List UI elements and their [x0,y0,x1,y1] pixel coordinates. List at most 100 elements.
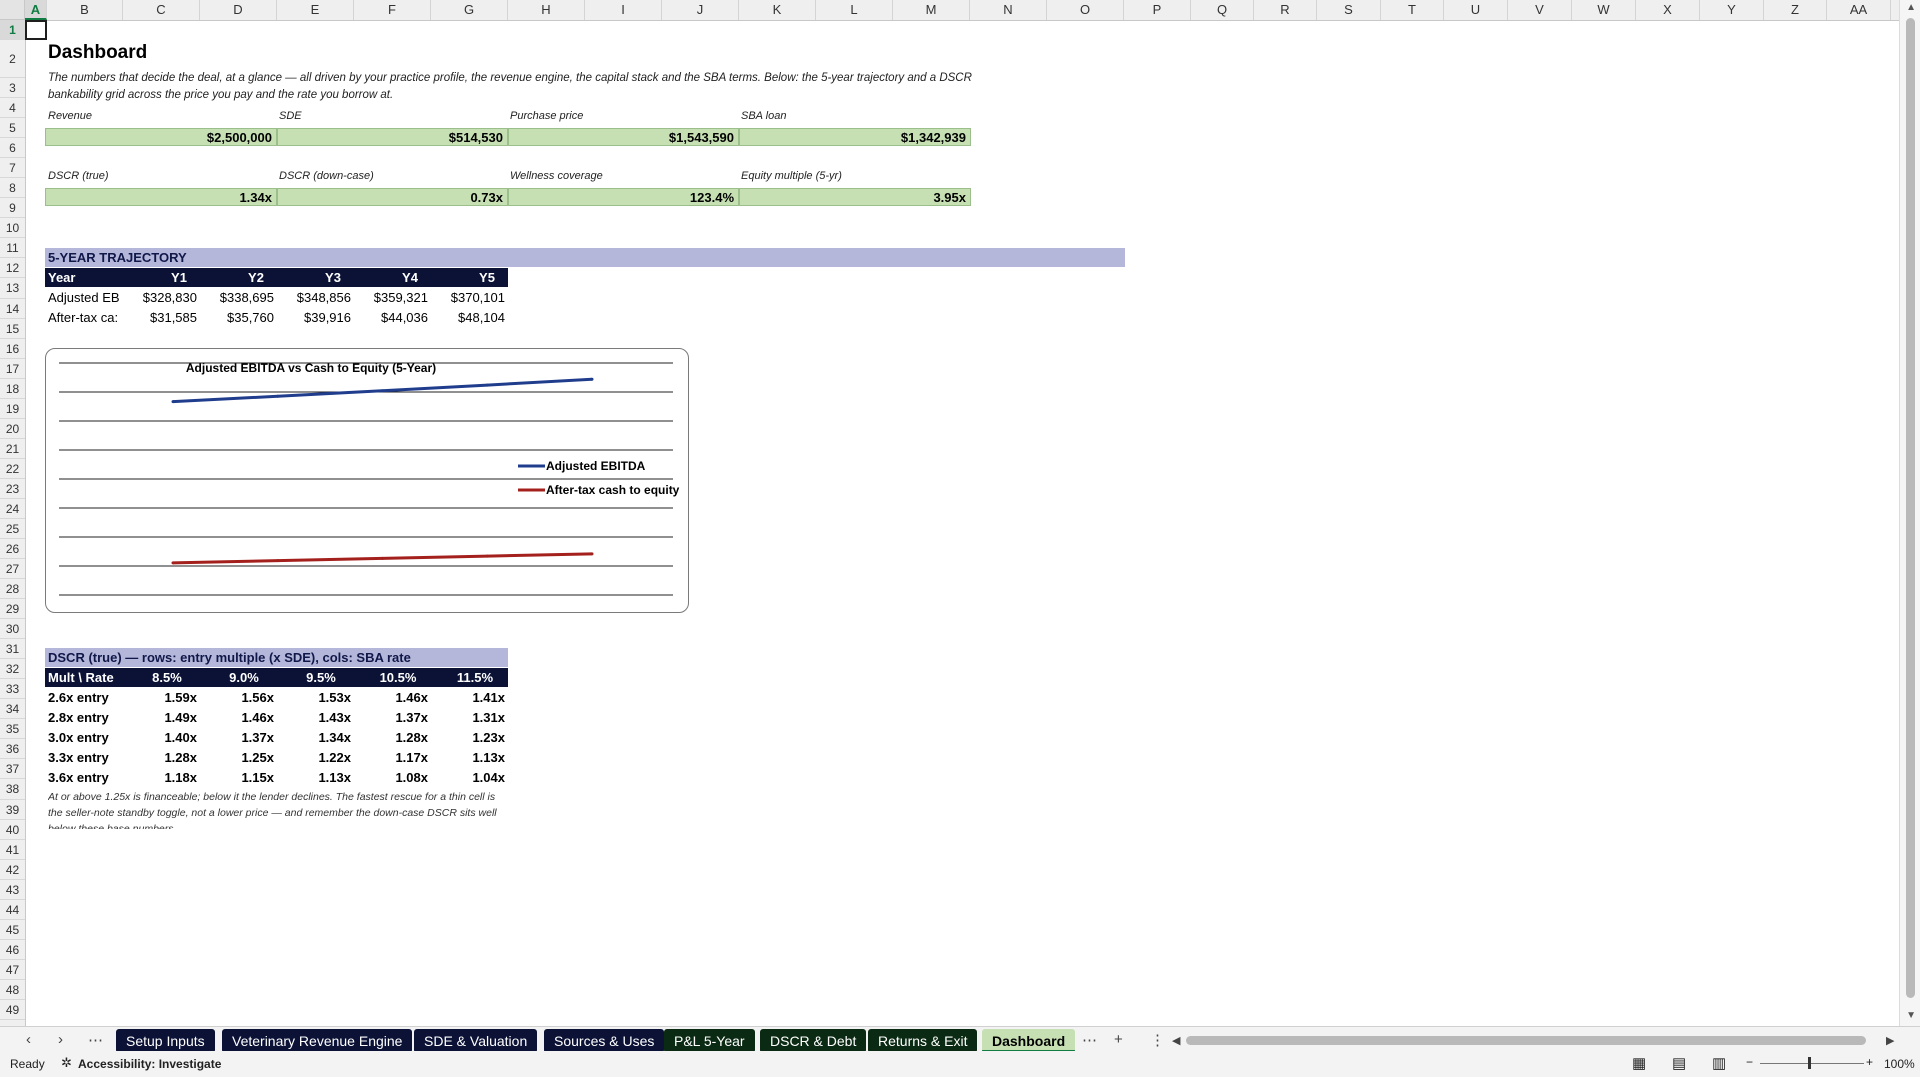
dscr-cell[interactable]: 1.37x [202,728,274,747]
dscr-cell[interactable]: 1.56x [202,688,274,707]
dscr-cell[interactable]: 1.46x [202,708,274,727]
trajectory-cell[interactable]: $348,856 [279,288,351,307]
more-sheets-icon[interactable]: ⋯ [88,1031,103,1049]
row-header-16[interactable]: 16 [0,339,25,359]
row-header-34[interactable]: 34 [0,699,25,720]
row-header-21[interactable]: 21 [0,439,25,459]
dscr-cell[interactable]: 1.41x [433,688,505,707]
chart-point[interactable] [381,389,384,393]
chart-point[interactable] [171,400,175,404]
dscr-cell[interactable]: 1.43x [279,708,351,727]
accessibility-icon[interactable]: ✲ [61,1055,72,1071]
column-header-k[interactable]: K [739,0,816,20]
dscr-row-label[interactable]: 2.6x entry [48,688,109,707]
normal-view-icon[interactable]: ▦ [1632,1054,1646,1072]
row-header-44[interactable]: 44 [0,900,25,920]
column-header-x[interactable]: X [1636,0,1700,20]
column-header-g[interactable]: G [431,0,508,20]
column-header-j[interactable]: J [662,0,739,20]
column-header-y[interactable]: Y [1700,0,1764,20]
trajectory-cell[interactable]: $370,101 [433,288,505,307]
trajectory-cell[interactable]: $44,036 [356,308,428,327]
kpi-value-sde[interactable]: $514,530 [277,128,508,146]
dscr-cell[interactable]: 1.18x [125,768,197,787]
scroll-up-icon[interactable]: ▲ [1906,2,1916,13]
chart-point[interactable] [381,556,384,560]
row-header-27[interactable]: 27 [0,559,25,580]
row-header-43[interactable]: 43 [0,880,25,900]
row-header-24[interactable]: 24 [0,499,25,519]
zoom-level[interactable]: 100% [1884,1057,1915,1071]
row-header-19[interactable]: 19 [0,399,25,419]
row-header-4[interactable]: 4 [0,98,25,119]
row-header-38[interactable]: 38 [0,779,25,800]
row-header-46[interactable]: 46 [0,940,25,960]
kpi-value-dscr-true[interactable]: 1.34x [45,188,277,206]
chart-point[interactable] [590,377,594,381]
row-header-9[interactable]: 9 [0,198,25,219]
column-header-t[interactable]: T [1381,0,1444,20]
kpi-value-wellness-coverage[interactable]: 123.4% [508,188,739,206]
chart-point[interactable] [590,552,594,556]
dscr-cell[interactable]: 1.13x [433,748,505,767]
column-header-l[interactable]: L [816,0,893,20]
column-header-e[interactable]: E [277,0,354,20]
row-header-49[interactable]: 49 [0,1000,25,1020]
row-header-8[interactable]: 8 [0,178,25,199]
column-header-b[interactable]: B [47,0,123,20]
row-header-25[interactable]: 25 [0,519,25,539]
page-layout-icon[interactable]: ▤ [1672,1054,1686,1072]
dscr-cell[interactable]: 1.37x [356,708,428,727]
column-header-a[interactable]: A [25,0,47,20]
tab-returns-exit[interactable]: Returns & Exit [868,1029,978,1053]
tab-veterinary-revenue-engine[interactable]: Veterinary Revenue Engine [222,1029,413,1053]
row-header-32[interactable]: 32 [0,659,25,680]
dscr-cell[interactable]: 1.28x [125,748,197,767]
accessibility-status[interactable]: Accessibility: Investigate [78,1057,221,1071]
vertical-scroll-thumb[interactable] [1906,18,1915,998]
tab-dashboard[interactable]: Dashboard [982,1029,1076,1053]
row-header-2[interactable]: 2 [0,40,25,79]
select-all-corner[interactable] [0,0,25,20]
dscr-row-label[interactable]: 2.8x entry [48,708,109,727]
scroll-right-icon[interactable]: ▶ [1886,1034,1894,1047]
column-header-w[interactable]: W [1572,0,1636,20]
row-header-28[interactable]: 28 [0,579,25,600]
row-header-14[interactable]: 14 [0,299,25,319]
scroll-down-icon[interactable]: ▼ [1906,1010,1916,1021]
tab-pl-5-year[interactable]: P&L 5-Year [664,1029,755,1053]
dscr-cell[interactable]: 1.25x [202,748,274,767]
row-header-36[interactable]: 36 [0,739,25,760]
row-header-41[interactable]: 41 [0,840,25,860]
column-header-s[interactable]: S [1317,0,1381,20]
row-header-30[interactable]: 30 [0,619,25,640]
chart-point[interactable] [171,561,175,565]
column-header-u[interactable]: U [1444,0,1508,20]
dscr-cell[interactable]: 1.34x [279,728,351,747]
dscr-row-label[interactable]: 3.6x entry [48,768,109,787]
row-header-1[interactable]: 1 [0,20,25,41]
trajectory-cell[interactable]: $35,760 [202,308,274,327]
column-header-d[interactable]: D [200,0,277,20]
row-header-39[interactable]: 39 [0,800,25,820]
dscr-cell[interactable]: 1.13x [279,768,351,787]
horizontal-scroll-thumb[interactable] [1186,1036,1866,1045]
dscr-cell[interactable]: 1.31x [433,708,505,727]
trajectory-cell[interactable]: $31,585 [125,308,197,327]
column-header-p[interactable]: P [1124,0,1191,20]
row-header-33[interactable]: 33 [0,679,25,700]
column-header-h[interactable]: H [508,0,585,20]
row-header-12[interactable]: 12 [0,258,25,279]
row-header-40[interactable]: 40 [0,820,25,840]
add-sheet-icon[interactable]: + [1114,1031,1123,1048]
chart-point[interactable] [485,554,489,558]
dscr-cell[interactable]: 1.46x [356,688,428,707]
row-header-11[interactable]: 11 [0,238,25,259]
column-header-q[interactable]: Q [1191,0,1254,20]
trajectory-cell[interactable]: $328,830 [125,288,197,307]
row-header-22[interactable]: 22 [0,459,25,479]
row-header-18[interactable]: 18 [0,379,25,399]
zoom-slider[interactable] [1760,1063,1864,1064]
row-header-5[interactable]: 5 [0,118,25,139]
trajectory-cell[interactable]: $39,916 [279,308,351,327]
